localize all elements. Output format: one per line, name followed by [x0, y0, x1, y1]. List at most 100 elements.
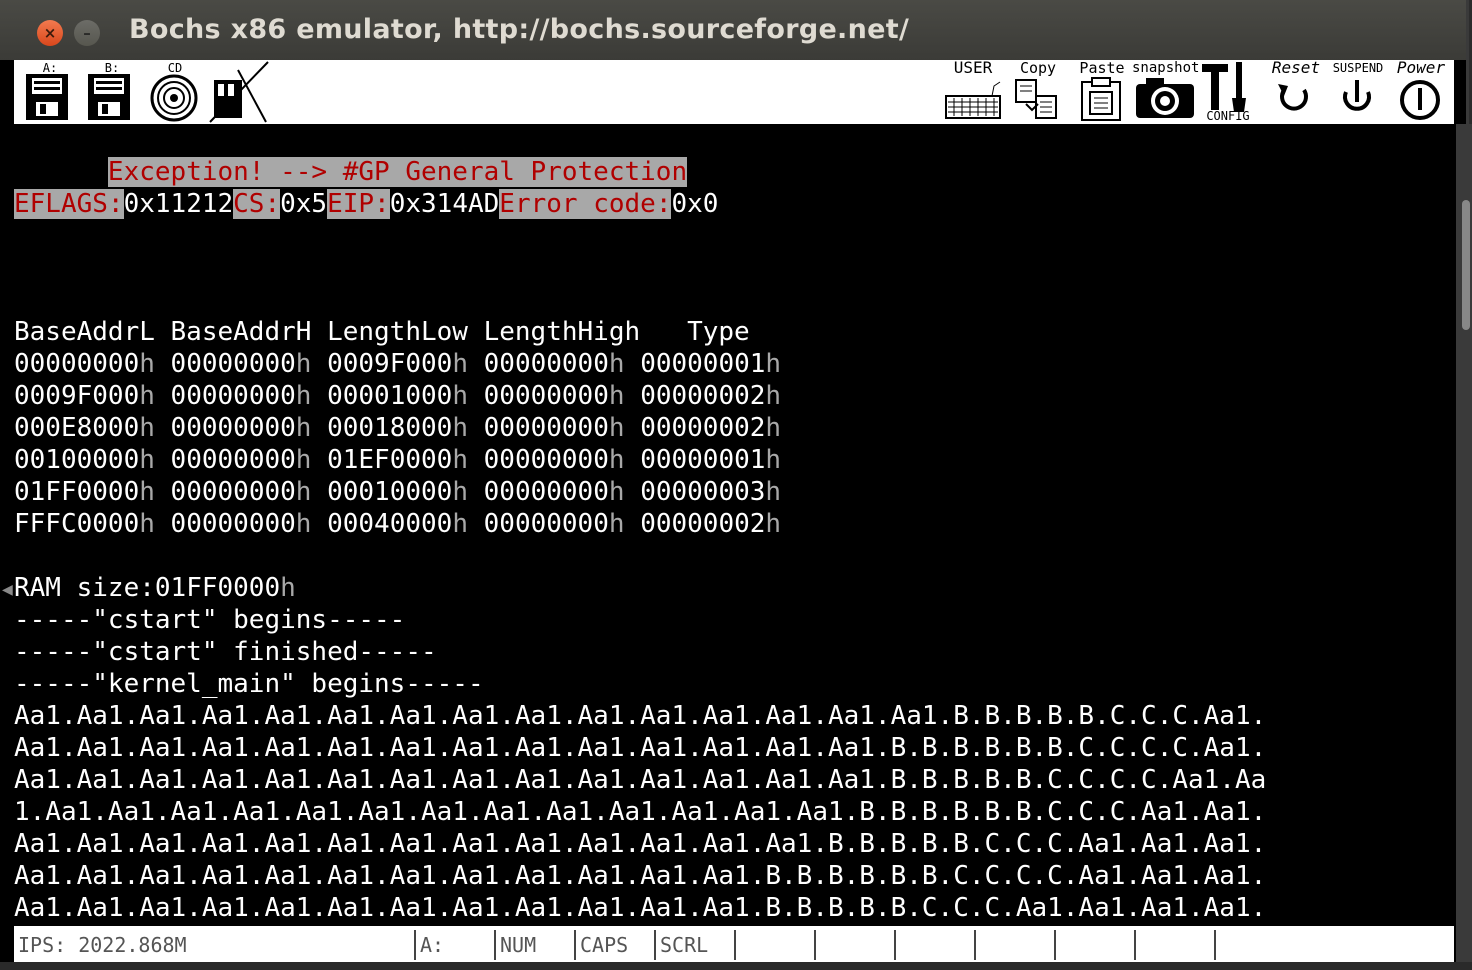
config-label: CONFIG [1206, 109, 1250, 123]
status-cell-empty [896, 930, 976, 960]
copy-icon [1015, 79, 1057, 119]
memmap-cell: 00001000 [327, 381, 453, 411]
snapshot-icon [1136, 78, 1194, 118]
power-icon [1400, 80, 1440, 120]
desktop-strip [0, 962, 1472, 970]
error-code-label: Error code: [499, 189, 672, 219]
ram-size-label: RAM size: [14, 573, 155, 603]
memmap-cell: 0009F000 [14, 381, 140, 411]
log-line: -----"kernel_main" begins----- [14, 669, 484, 699]
caps-lock-indicator: CAPS [576, 930, 656, 960]
eflags-label: EFLAGS: [14, 189, 124, 219]
output-line: Aa1.Aa1.Aa1.Aa1.Aa1.Aa1.Aa1.Aa1.Aa1.Aa1.… [14, 765, 1267, 795]
reset-icon [1278, 84, 1308, 111]
num-lock-indicator: NUM [496, 930, 576, 960]
memmap-cell: 00000000 [170, 509, 296, 539]
eip-label: EIP: [327, 189, 390, 219]
memmap-cell: 01FF0000 [14, 477, 140, 507]
copy-button[interactable]: Copy [1010, 60, 1066, 124]
error-code-value: 0x0 [671, 189, 719, 219]
floppy-b-icon [88, 74, 130, 120]
output-line: Aa1.Aa1.Aa1.Aa1.Aa1.Aa1.Aa1.Aa1.Aa1.Aa1.… [14, 861, 1267, 891]
status-cell-empty [736, 930, 816, 960]
memmap-cell: 00000003 [640, 477, 766, 507]
eflags-value: 0x11212 [123, 189, 234, 219]
memmap-cell: 00000002 [640, 381, 766, 411]
memmap-cell: 00000000 [170, 413, 296, 443]
log-line: -----"cstart" begins----- [14, 605, 406, 635]
output-line: Aa1.Aa1.Aa1.Aa1.Aa1.Aa1.Aa1.Aa1.Aa1.Aa1.… [14, 701, 1267, 731]
status-cell-empty [976, 930, 1056, 960]
memmap-header: BaseAddrL BaseAddrH LengthLow LengthHigh… [14, 317, 750, 347]
memmap-cell: 00000001 [640, 349, 766, 379]
register-line: EFLAGS:0x11212CS:0x5EIP:0x314ADError cod… [14, 188, 718, 220]
memmap-cell: FFFC0000 [14, 509, 140, 539]
power-button[interactable]: Power [1390, 60, 1452, 124]
toolbar: A: B: CD USER Copy Paste snapshot CONFIG… [14, 60, 1454, 124]
output-line: Aa1.Aa1.Aa1.Aa1.Aa1.Aa1.Aa1.Aa1.Aa1.Aa1.… [14, 733, 1267, 763]
memmap-cell: 00018000 [327, 413, 453, 443]
suspend-icon [1343, 80, 1371, 111]
memmap-cell: 00100000 [14, 445, 140, 475]
floppy-b-button[interactable]: B: [82, 60, 142, 124]
memmap-cell: 01EF0000 [327, 445, 453, 475]
memmap-cell: 00000000 [170, 349, 296, 379]
output-line: Aa1.Aa1.Aa1.Aa1.Aa1.Aa1.Aa1.Aa1.Aa1.Aa1.… [14, 829, 1267, 859]
snapshot-button[interactable]: snapshot [1132, 60, 1199, 124]
drive-indicator: A: [416, 930, 496, 960]
close-button[interactable]: × [37, 20, 63, 46]
paste-icon [1081, 77, 1121, 121]
keyboard-icon [945, 81, 1001, 119]
memmap-row: 00000000h 00000000h 0009F000h 00000000h … [14, 349, 782, 379]
user-button[interactable]: USER [942, 60, 1004, 124]
suspend-button[interactable]: SUSPEND [1326, 60, 1390, 124]
ram-size-value: 01FF0000 [154, 573, 281, 603]
cs-value: 0x5 [280, 189, 328, 219]
status-bar: IPS: 2022.868M A: NUM CAPS SCRL [14, 926, 1454, 962]
exception-message: Exception! --> #GP General Protection [107, 157, 688, 187]
memmap-row: 000E8000h 00000000h 00018000h 00000000h … [14, 413, 782, 443]
memmap-cell: 00000002 [640, 509, 766, 539]
memmap-cell: 00000000 [483, 381, 609, 411]
window-title: Bochs x86 emulator, http://bochs.sourcef… [129, 14, 910, 45]
ips-indicator: IPS: 2022.868M [14, 930, 416, 960]
minimize-button[interactable]: – [74, 20, 100, 46]
memmap-row: 01FF0000h 00000000h 00010000h 00000000h … [14, 477, 782, 507]
sound-button[interactable] [208, 60, 270, 124]
paste-button[interactable]: Paste [1074, 60, 1130, 124]
reset-button[interactable]: Reset [1264, 60, 1328, 124]
memmap-cell: 00000000 [170, 381, 296, 411]
memmap-cell: 00010000 [327, 477, 453, 507]
cdrom-icon [150, 74, 198, 122]
memmap-cell: 00000000 [170, 477, 296, 507]
scroll-left-icon[interactable]: ◀ [2, 582, 13, 598]
memmap-row: 00100000h 00000000h 01EF0000h 00000000h … [14, 445, 782, 475]
memmap-cell: 00000000 [483, 349, 609, 379]
ram-size-suffix: h [280, 573, 296, 603]
memmap-row: FFFC0000h 00000000h 00040000h 00000000h … [14, 509, 782, 539]
floppy-a-icon [26, 74, 68, 120]
eip-value: 0x314AD [389, 189, 500, 219]
emulator-screen[interactable]: Exception! --> #GP General Protection EF… [14, 124, 1454, 926]
status-cell-empty [816, 930, 896, 960]
bochs-window: × – Bochs x86 emulator, http://bochs.sou… [0, 0, 1469, 962]
title-bar[interactable]: × – Bochs x86 emulator, http://bochs.sou… [0, 0, 1466, 60]
ram-size-line: RAM size:01FF0000h [14, 572, 296, 604]
scrollbar-thumb[interactable] [1462, 200, 1470, 330]
output-line: Aa1.Aa1.Aa1.Aa1.Aa1.Aa1.Aa1.Aa1.Aa1.Aa1.… [14, 893, 1267, 923]
output-line: 1.Aa1.Aa1.Aa1.Aa1.Aa1.Aa1.Aa1.Aa1.Aa1.Aa… [14, 797, 1267, 827]
memmap-cell: 000E8000 [14, 413, 140, 443]
memmap-cell: 00000000 [483, 413, 609, 443]
memmap-cell: 00000000 [483, 445, 609, 475]
memmap-cell: 0009F000 [327, 349, 453, 379]
scroll-lock-indicator: SCRL [656, 930, 736, 960]
status-cell-empty [1056, 930, 1136, 960]
memmap-cell: 00000000 [170, 445, 296, 475]
cs-label: CS: [233, 189, 281, 219]
memmap-cell: 00040000 [327, 509, 453, 539]
cdrom-button[interactable]: CD [146, 60, 204, 124]
memmap-cell: 00000002 [640, 413, 766, 443]
config-button[interactable]: CONFIG [1198, 60, 1258, 124]
memmap-cell: 00000000 [14, 349, 140, 379]
floppy-a-button[interactable]: A: [20, 60, 80, 124]
